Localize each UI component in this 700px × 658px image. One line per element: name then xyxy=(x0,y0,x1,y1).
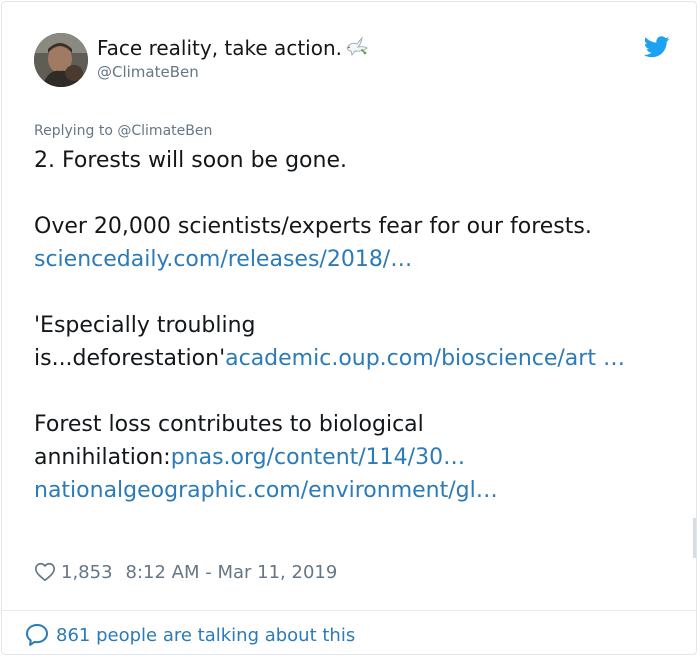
tweet-card: Face reality, take action. @ClimateBen R… xyxy=(1,1,697,655)
conversation-text: 861 people are talking about this xyxy=(56,624,356,646)
like-count[interactable]: 1,853 xyxy=(61,562,113,583)
academic-oup-link[interactable]: academic.oup.com/bioscience/art … xyxy=(225,346,625,371)
heart-outline-icon[interactable] xyxy=(34,561,56,583)
display-name[interactable]: Face reality, take action. xyxy=(97,35,370,61)
user-handle[interactable]: @ClimateBen xyxy=(97,62,199,82)
tweet-timestamp[interactable]: 8:12 AM - Mar 11, 2019 xyxy=(126,562,338,583)
avatar-photo xyxy=(34,33,88,87)
paragraph-2: Over 20,000 scientists/experts fear for … xyxy=(34,210,674,276)
pnas-link[interactable]: pnas.org/content/114/30… xyxy=(171,445,465,470)
tweet-meta: 1,853 8:12 AM - Mar 11, 2019 xyxy=(34,558,337,586)
twitter-bird-icon[interactable] xyxy=(644,36,670,58)
dove-emoji-icon xyxy=(346,36,368,57)
paragraph-1-text: 2. Forests will soon be gone. xyxy=(34,148,347,173)
paragraph-3: 'Especially troubling is...deforestation… xyxy=(34,309,674,375)
divider xyxy=(2,610,696,611)
paragraph-2-text: Over 20,000 scientists/experts fear for … xyxy=(34,214,592,239)
scrollbar-edge xyxy=(693,518,696,558)
replying-to[interactable]: Replying to @ClimateBen xyxy=(34,122,212,140)
paragraph-3-text: 'Especially troubling is...deforestation… xyxy=(34,313,256,371)
natgeo-link[interactable]: nationalgeographic.com/environment/gl… xyxy=(34,478,498,503)
paragraph-4: Forest loss contributes to biological an… xyxy=(34,408,674,507)
sciencedaily-link[interactable]: sciencedaily.com/releases/2018/… xyxy=(34,247,412,272)
avatar[interactable] xyxy=(34,33,88,87)
speech-bubble-icon xyxy=(26,624,48,646)
conversation-link[interactable]: 861 people are talking about this xyxy=(24,621,355,649)
display-name-text: Face reality, take action. xyxy=(97,36,342,60)
tweet-body: 2. Forests will soon be gone. Over 20,00… xyxy=(34,144,674,507)
paragraph-1: 2. Forests will soon be gone. xyxy=(34,144,674,177)
